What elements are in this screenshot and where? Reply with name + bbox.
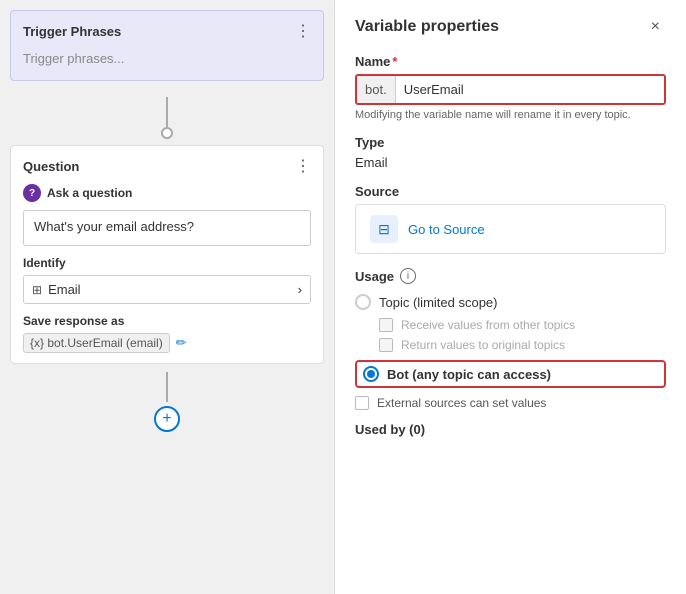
question-block: Question ⋮ ? Ask a question What's your … xyxy=(10,145,324,364)
trigger-phrases-title: Trigger Phrases xyxy=(23,24,121,39)
checkbox-return-box xyxy=(379,338,393,352)
source-link[interactable]: Go to Source xyxy=(408,222,485,237)
checkbox-receive-box xyxy=(379,318,393,332)
identify-chevron: › xyxy=(298,282,302,297)
identify-select[interactable]: ⊞ Email › xyxy=(23,275,311,304)
name-section: Name* bot. Modifying the variable name w… xyxy=(355,54,666,121)
identify-value: Email xyxy=(48,282,81,297)
save-response-row: {x} bot.UserEmail (email) ✏ xyxy=(23,333,311,353)
radio-topic[interactable]: Topic (limited scope) xyxy=(355,294,666,310)
close-button[interactable]: × xyxy=(645,16,666,38)
edit-icon[interactable]: ✏ xyxy=(176,335,187,351)
source-icon: ⊟ xyxy=(370,215,398,243)
usage-section: Usage i Topic (limited scope) Receive va… xyxy=(355,268,666,437)
save-response-label: Save response as xyxy=(23,314,311,328)
checkbox-receive: Receive values from other topics xyxy=(379,318,666,332)
question-menu[interactable]: ⋮ xyxy=(295,156,311,176)
checkbox-return: Return values to original topics xyxy=(379,338,666,352)
checkbox-receive-label: Receive values from other topics xyxy=(401,318,575,332)
source-icon-glyph: ⊟ xyxy=(378,221,390,238)
name-input-row: bot. xyxy=(355,74,666,105)
required-star: * xyxy=(392,54,397,69)
source-label: Source xyxy=(355,184,666,199)
source-section: Source ⊟ Go to Source xyxy=(355,184,666,254)
used-by: Used by (0) xyxy=(355,422,666,437)
ext-sources-row: External sources can set values xyxy=(355,396,666,410)
radio-bot-circle xyxy=(363,366,379,382)
line-top xyxy=(166,97,168,127)
email-identify-icon: ⊞ xyxy=(32,283,42,297)
ext-sources-label: External sources can set values xyxy=(377,396,546,410)
usage-info-icon[interactable]: i xyxy=(400,268,416,284)
checkbox-return-label: Return values to original topics xyxy=(401,338,565,352)
identify-label: Identify xyxy=(23,256,311,270)
name-hint: Modifying the variable name will rename … xyxy=(355,109,666,121)
ext-sources-checkbox[interactable] xyxy=(355,396,369,410)
left-panel: Trigger Phrases ⋮ Trigger phrases... Que… xyxy=(0,0,335,594)
name-input[interactable] xyxy=(396,76,664,103)
question-text[interactable]: What's your email address? xyxy=(23,210,311,246)
type-section: Type Email xyxy=(355,135,666,170)
panel-title: Variable properties xyxy=(355,18,499,36)
panel-header: Variable properties × xyxy=(355,16,666,38)
usage-header: Usage i xyxy=(355,268,666,284)
trigger-phrases-placeholder: Trigger phrases... xyxy=(23,47,311,70)
radio-bot-label: Bot (any topic can access) xyxy=(387,367,551,382)
radio-bot[interactable]: Bot (any topic can access) xyxy=(355,360,666,388)
type-label: Type xyxy=(355,135,666,150)
radio-topic-label: Topic (limited scope) xyxy=(379,295,498,310)
trigger-phrases-block: Trigger Phrases ⋮ Trigger phrases... xyxy=(10,10,324,81)
bot-prefix: bot. xyxy=(357,76,396,103)
add-button[interactable]: + xyxy=(154,406,180,432)
ask-label: Ask a question xyxy=(47,186,132,200)
connector-top xyxy=(0,91,334,145)
sub-options: Receive values from other topics Return … xyxy=(379,318,666,352)
right-panel: Variable properties × Name* bot. Modifyi… xyxy=(335,0,686,594)
name-label: Name* xyxy=(355,54,666,69)
save-badge: {x} bot.UserEmail (email) xyxy=(23,333,170,353)
line-bottom xyxy=(166,372,168,402)
circle-node-top xyxy=(161,127,173,139)
type-value: Email xyxy=(355,155,666,170)
trigger-phrases-menu[interactable]: ⋮ xyxy=(295,21,311,41)
usage-title: Usage xyxy=(355,269,394,284)
source-box[interactable]: ⊟ Go to Source xyxy=(355,204,666,254)
question-title: Question xyxy=(23,159,79,174)
ask-icon: ? xyxy=(23,184,41,202)
radio-topic-circle xyxy=(355,294,371,310)
connector-bottom: + xyxy=(0,364,334,594)
